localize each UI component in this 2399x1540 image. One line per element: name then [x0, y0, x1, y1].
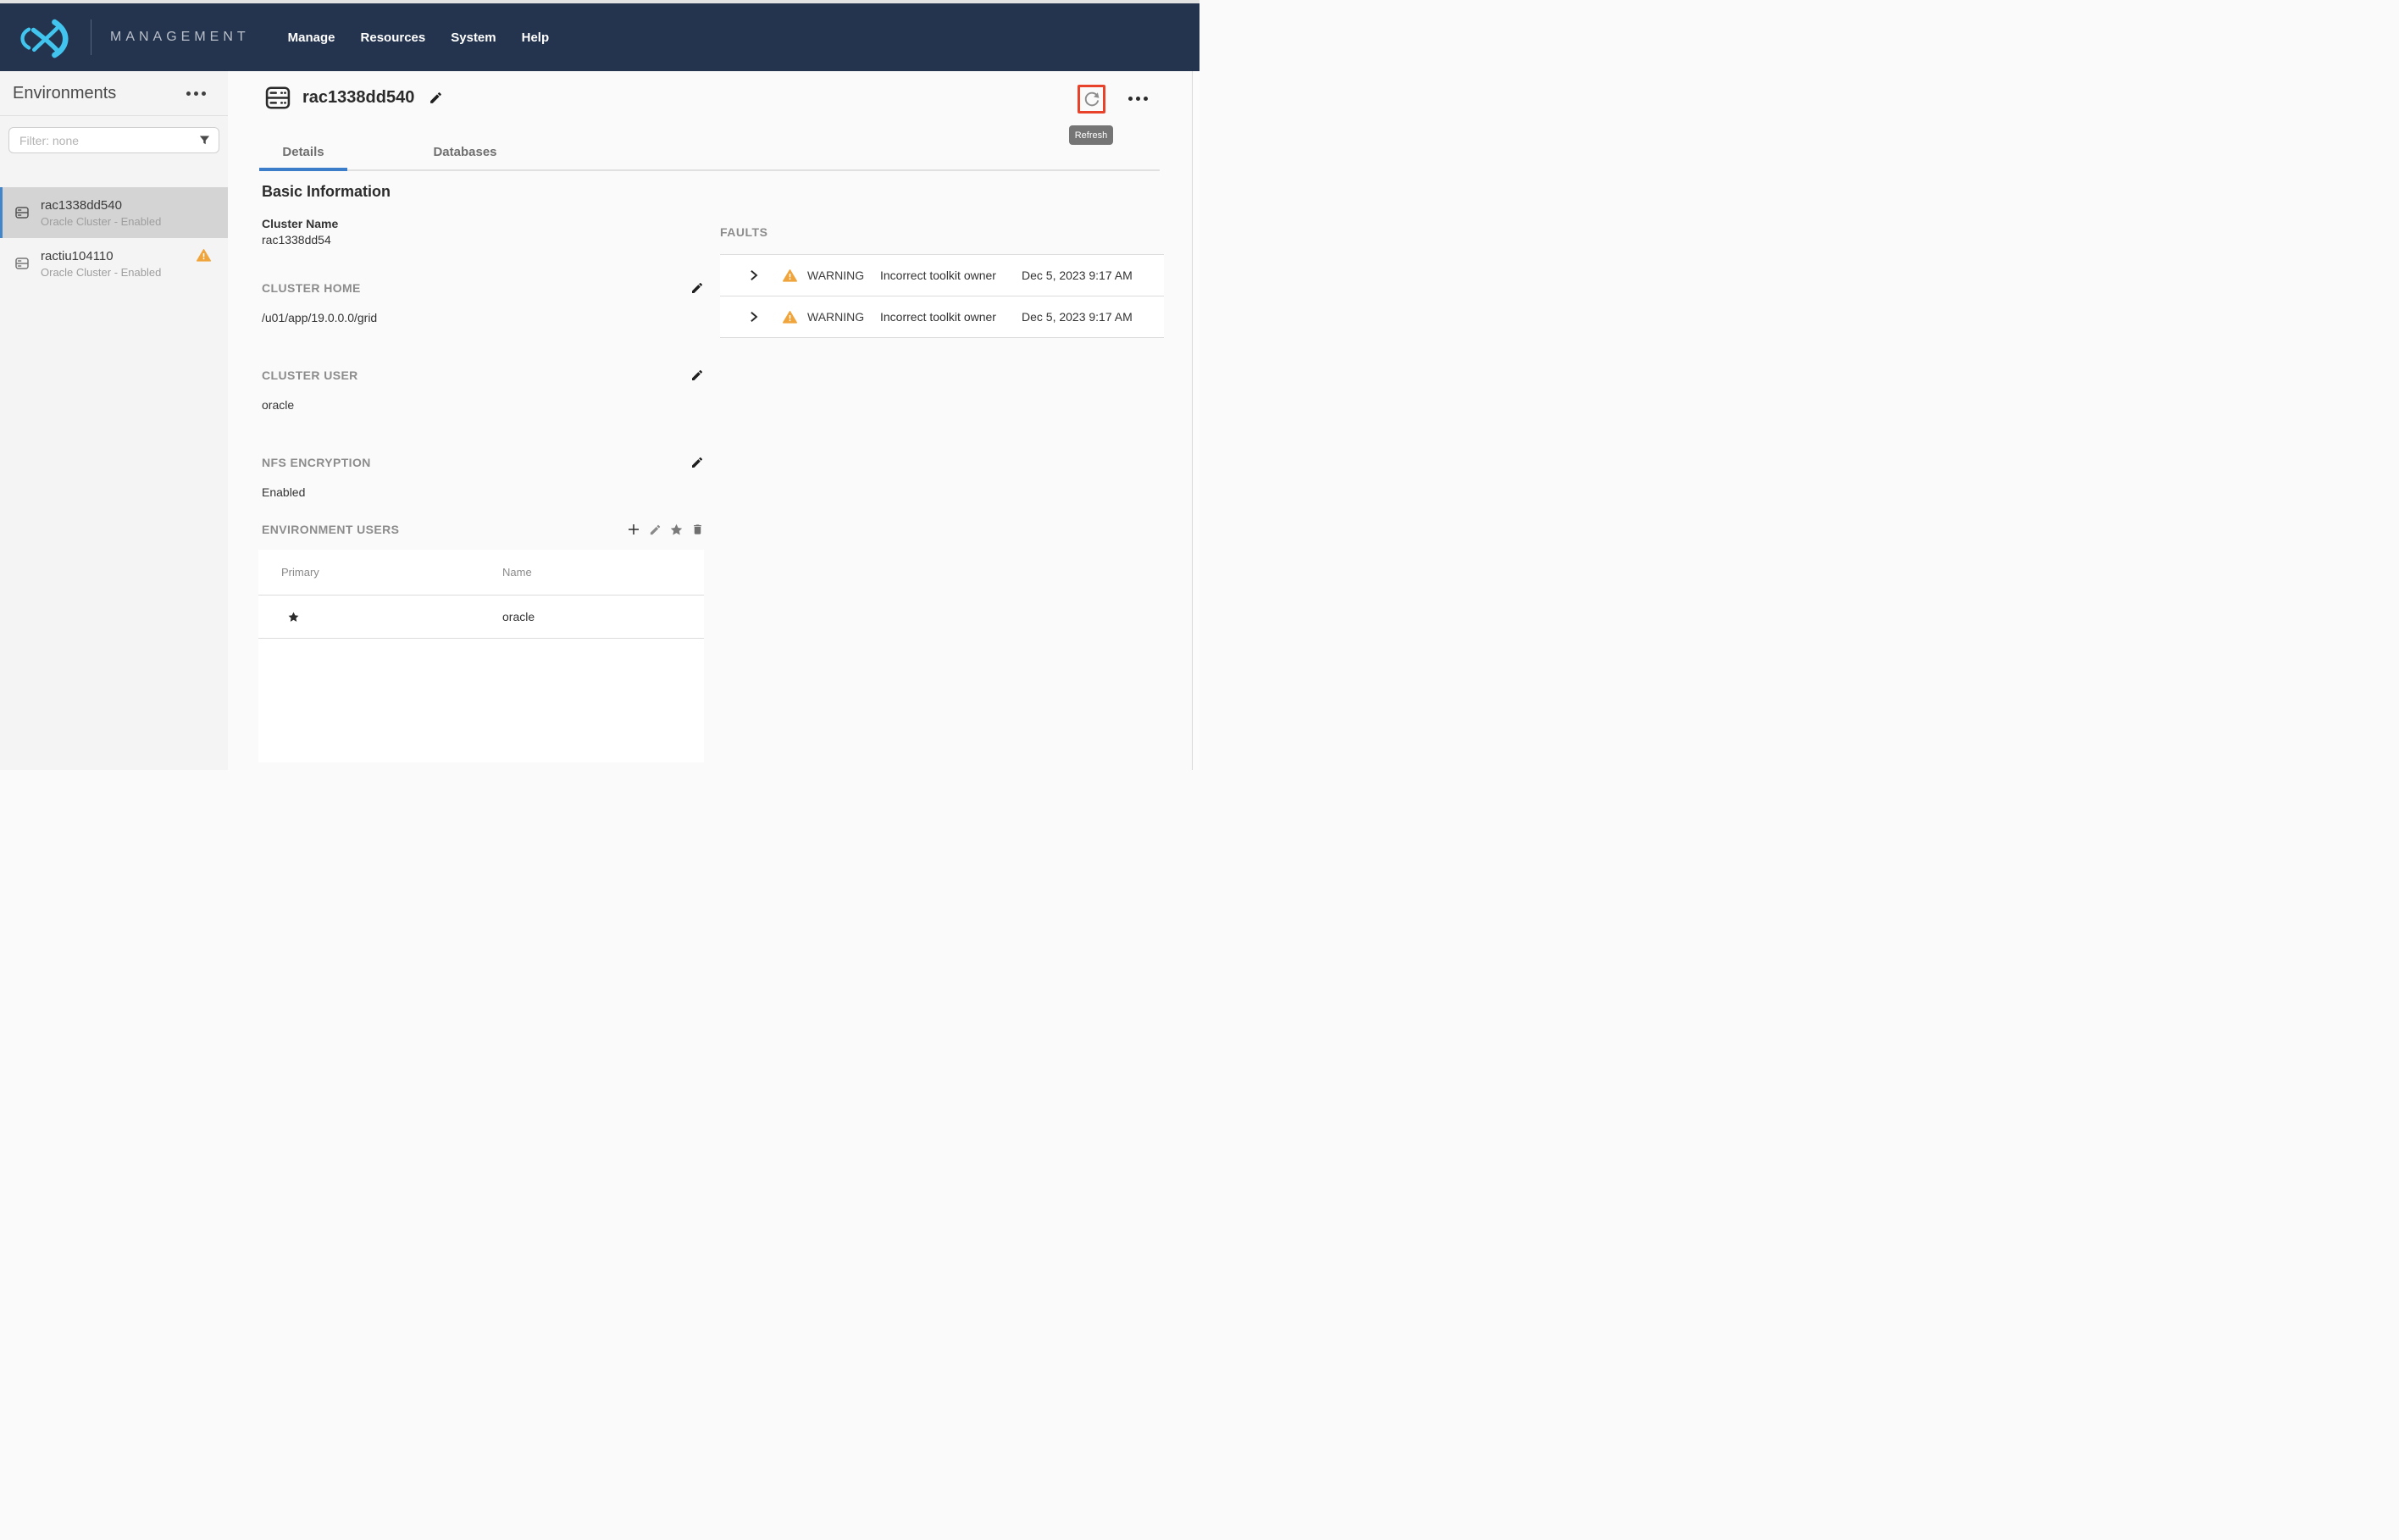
warning-triangle-icon [783, 269, 797, 282]
refresh-icon [1083, 90, 1101, 108]
tab-databases[interactable]: Databases [397, 133, 533, 169]
faults-column: FAULTS WARNING Incorrect toolkit owner D [720, 171, 1164, 338]
nfs-encryption-value: Enabled [262, 485, 704, 499]
environment-actions-kebab-icon[interactable] [1128, 97, 1148, 101]
primary-star-icon [287, 611, 502, 623]
vertical-scrollbar[interactable] [1192, 71, 1200, 770]
filter-funnel-icon[interactable] [198, 134, 211, 147]
field-nfs-encryption: NFS ENCRYPTION Enabled [262, 456, 704, 499]
edit-title-pencil-icon[interactable] [429, 91, 443, 105]
refresh-tooltip: Refresh [1069, 125, 1113, 145]
expand-chevron-icon[interactable] [749, 269, 759, 281]
environment-icon [15, 258, 29, 269]
env-list-item-rac1338dd540[interactable]: rac1338dd540 Oracle Cluster - Enabled [0, 187, 228, 238]
nfs-encryption-label: NFS ENCRYPTION [262, 456, 371, 469]
users-table-row[interactable]: oracle [258, 596, 704, 639]
sidebar-title: Environments [13, 84, 116, 103]
set-primary-user-star-button[interactable] [669, 523, 684, 537]
filter-row [0, 116, 228, 153]
environment-users-actions [626, 522, 704, 537]
warning-triangle-icon [197, 249, 211, 262]
environment-list: rac1338dd540 Oracle Cluster - Enabled ra… [0, 187, 228, 289]
fault-date: Dec 5, 2023 9:17 AM [1022, 269, 1133, 282]
fault-title: Incorrect toolkit owner [880, 310, 1011, 324]
fault-row[interactable]: WARNING Incorrect toolkit owner Dec 5, 2… [720, 296, 1164, 338]
edit-cluster-home-pencil-icon[interactable] [690, 281, 704, 295]
main-nav: Manage Resources System Help [288, 30, 549, 45]
environment-icon [15, 207, 29, 219]
users-table-header: Primary Name [258, 550, 704, 596]
environment-title-icon [265, 86, 291, 109]
users-col-primary: Primary [281, 566, 502, 579]
field-cluster-user: CLUSTER USER oracle [262, 368, 704, 412]
delphix-logo-icon [11, 14, 77, 61]
edit-cluster-user-pencil-icon[interactable] [690, 368, 704, 382]
add-user-button[interactable] [626, 522, 641, 537]
page: MANAGEMENT Manage Resources System Help … [0, 0, 1200, 770]
brand-title: MANAGEMENT [110, 30, 250, 45]
sidebar-header: Environments [0, 71, 228, 116]
field-cluster-name: Cluster Name rac1338dd54 [262, 217, 704, 247]
sidebar-kebab-menu-icon[interactable] [186, 91, 206, 96]
environment-detail-panel: rac1338dd540 Refresh Details Dat [228, 71, 1200, 770]
detail-tabs: Details Databases [259, 133, 1160, 171]
environment-users-table: Primary Name oracle [258, 550, 704, 762]
nav-system[interactable]: System [451, 30, 496, 45]
basic-information-column: Basic Information Cluster Name rac1338dd… [262, 171, 704, 762]
fault-severity: WARNING [807, 269, 870, 282]
environment-users-heading: ENVIRONMENT USERS [262, 523, 399, 536]
top-nav-bar: MANAGEMENT Manage Resources System Help [0, 3, 1200, 71]
faults-list: WARNING Incorrect toolkit owner Dec 5, 2… [720, 254, 1164, 338]
cluster-user-label: CLUSTER USER [262, 368, 358, 382]
fault-row[interactable]: WARNING Incorrect toolkit owner Dec 5, 2… [720, 255, 1164, 296]
fault-title: Incorrect toolkit owner [880, 269, 1011, 282]
env-list-item-ractiu104110[interactable]: ractiu104110 Oracle Cluster - Enabled [0, 238, 228, 289]
edit-nfs-encryption-pencil-icon[interactable] [690, 456, 704, 469]
edit-user-button[interactable] [649, 523, 662, 536]
expand-chevron-icon[interactable] [749, 311, 759, 323]
cluster-user-value: oracle [262, 398, 704, 412]
cluster-home-label: CLUSTER HOME [262, 281, 361, 295]
warning-triangle-icon [783, 311, 797, 324]
env-item-name: rac1338dd540 [41, 198, 161, 213]
nav-manage[interactable]: Manage [288, 30, 335, 45]
env-item-text: rac1338dd540 Oracle Cluster - Enabled [41, 198, 161, 228]
nav-resources[interactable]: Resources [361, 30, 426, 45]
env-item-status: Oracle Cluster - Enabled [41, 266, 161, 279]
refresh-button[interactable] [1078, 85, 1105, 114]
faults-heading: FAULTS [720, 225, 1164, 239]
env-item-name: ractiu104110 [41, 249, 161, 263]
environment-users-header: ENVIRONMENT USERS [262, 522, 704, 537]
user-name-cell: oracle [502, 610, 704, 623]
env-item-status: Oracle Cluster - Enabled [41, 215, 161, 228]
delete-user-trash-button[interactable] [691, 523, 704, 536]
cluster-name-value: rac1338dd54 [262, 233, 704, 247]
fault-date: Dec 5, 2023 9:17 AM [1022, 310, 1133, 324]
cluster-home-value: /u01/app/19.0.0.0/grid [262, 311, 704, 324]
users-col-name: Name [502, 566, 704, 579]
cluster-name-label: Cluster Name [262, 217, 704, 230]
basic-information-heading: Basic Information [262, 183, 704, 201]
filter-input[interactable] [8, 127, 219, 153]
nav-help[interactable]: Help [522, 30, 550, 45]
title-row: rac1338dd540 [265, 71, 1200, 110]
environments-sidebar: Environments [0, 71, 228, 770]
field-cluster-home: CLUSTER HOME /u01/app/19.0.0.0/grid [262, 281, 704, 324]
page-title: rac1338dd540 [302, 88, 414, 108]
tab-details[interactable]: Details [259, 133, 347, 169]
env-item-text: ractiu104110 Oracle Cluster - Enabled [41, 249, 161, 279]
fault-severity: WARNING [807, 310, 870, 324]
